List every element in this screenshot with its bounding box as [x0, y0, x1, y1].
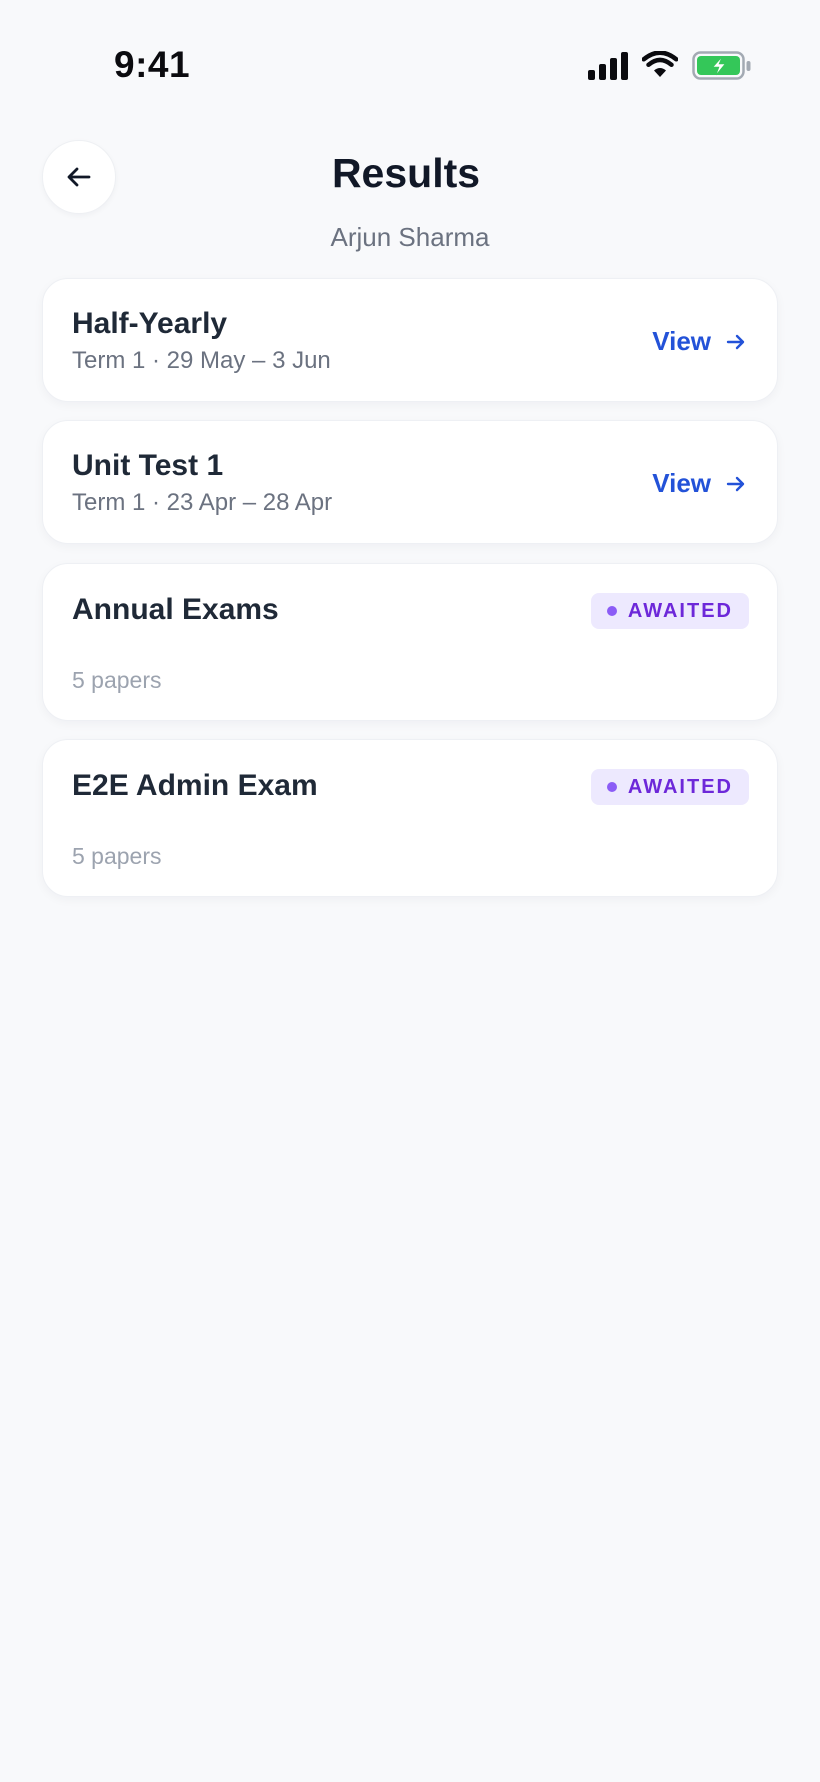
- battery-charging-icon: [692, 51, 751, 80]
- page-subtitle: Arjun Sharma: [330, 222, 490, 252]
- status-badge: AWAITED: [590, 593, 749, 629]
- status-bar: 9:41: [0, 0, 820, 134]
- view-button[interactable]: View: [652, 326, 747, 357]
- status-badge: AWAITED: [590, 769, 749, 805]
- exam-title: Annual Exams: [72, 593, 279, 626]
- status-label: AWAITED: [627, 775, 733, 798]
- exam-date-range: Term 1 · 23 Apr – 28 Apr: [72, 489, 333, 516]
- exam-title: E2E Admin Exam: [72, 769, 318, 802]
- status-label: AWAITED: [627, 599, 733, 622]
- arrow-right-icon: [726, 476, 745, 491]
- exam-card[interactable]: Unit Test 1 Term 1 · 23 Apr – 28 Apr Vie…: [42, 420, 778, 544]
- cellular-signal-icon: [588, 52, 628, 80]
- page-title: Results: [331, 150, 481, 196]
- view-label: View: [652, 468, 711, 498]
- view-button[interactable]: View: [652, 468, 747, 499]
- exam-card[interactable]: Half-Yearly Term 1 · 29 May – 3 Jun View: [42, 278, 778, 402]
- arrow-right-icon: [726, 334, 745, 349]
- status-dot-icon: [606, 606, 617, 616]
- paper-count: 5 papers: [72, 667, 162, 693]
- exam-card[interactable]: Annual Exams AWAITED 5 papers: [42, 563, 778, 721]
- status-time: 9:41: [114, 44, 191, 85]
- paper-count: 5 papers: [72, 843, 162, 869]
- wifi-icon: [642, 51, 678, 77]
- view-label: View: [652, 326, 711, 356]
- exam-card[interactable]: E2E Admin Exam AWAITED 5 papers: [42, 739, 778, 897]
- status-dot-icon: [606, 782, 617, 792]
- exam-title: Unit Test 1: [72, 449, 224, 482]
- exam-title: Half-Yearly: [72, 307, 228, 340]
- exam-date-range: Term 1 · 29 May – 3 Jun: [72, 347, 331, 374]
